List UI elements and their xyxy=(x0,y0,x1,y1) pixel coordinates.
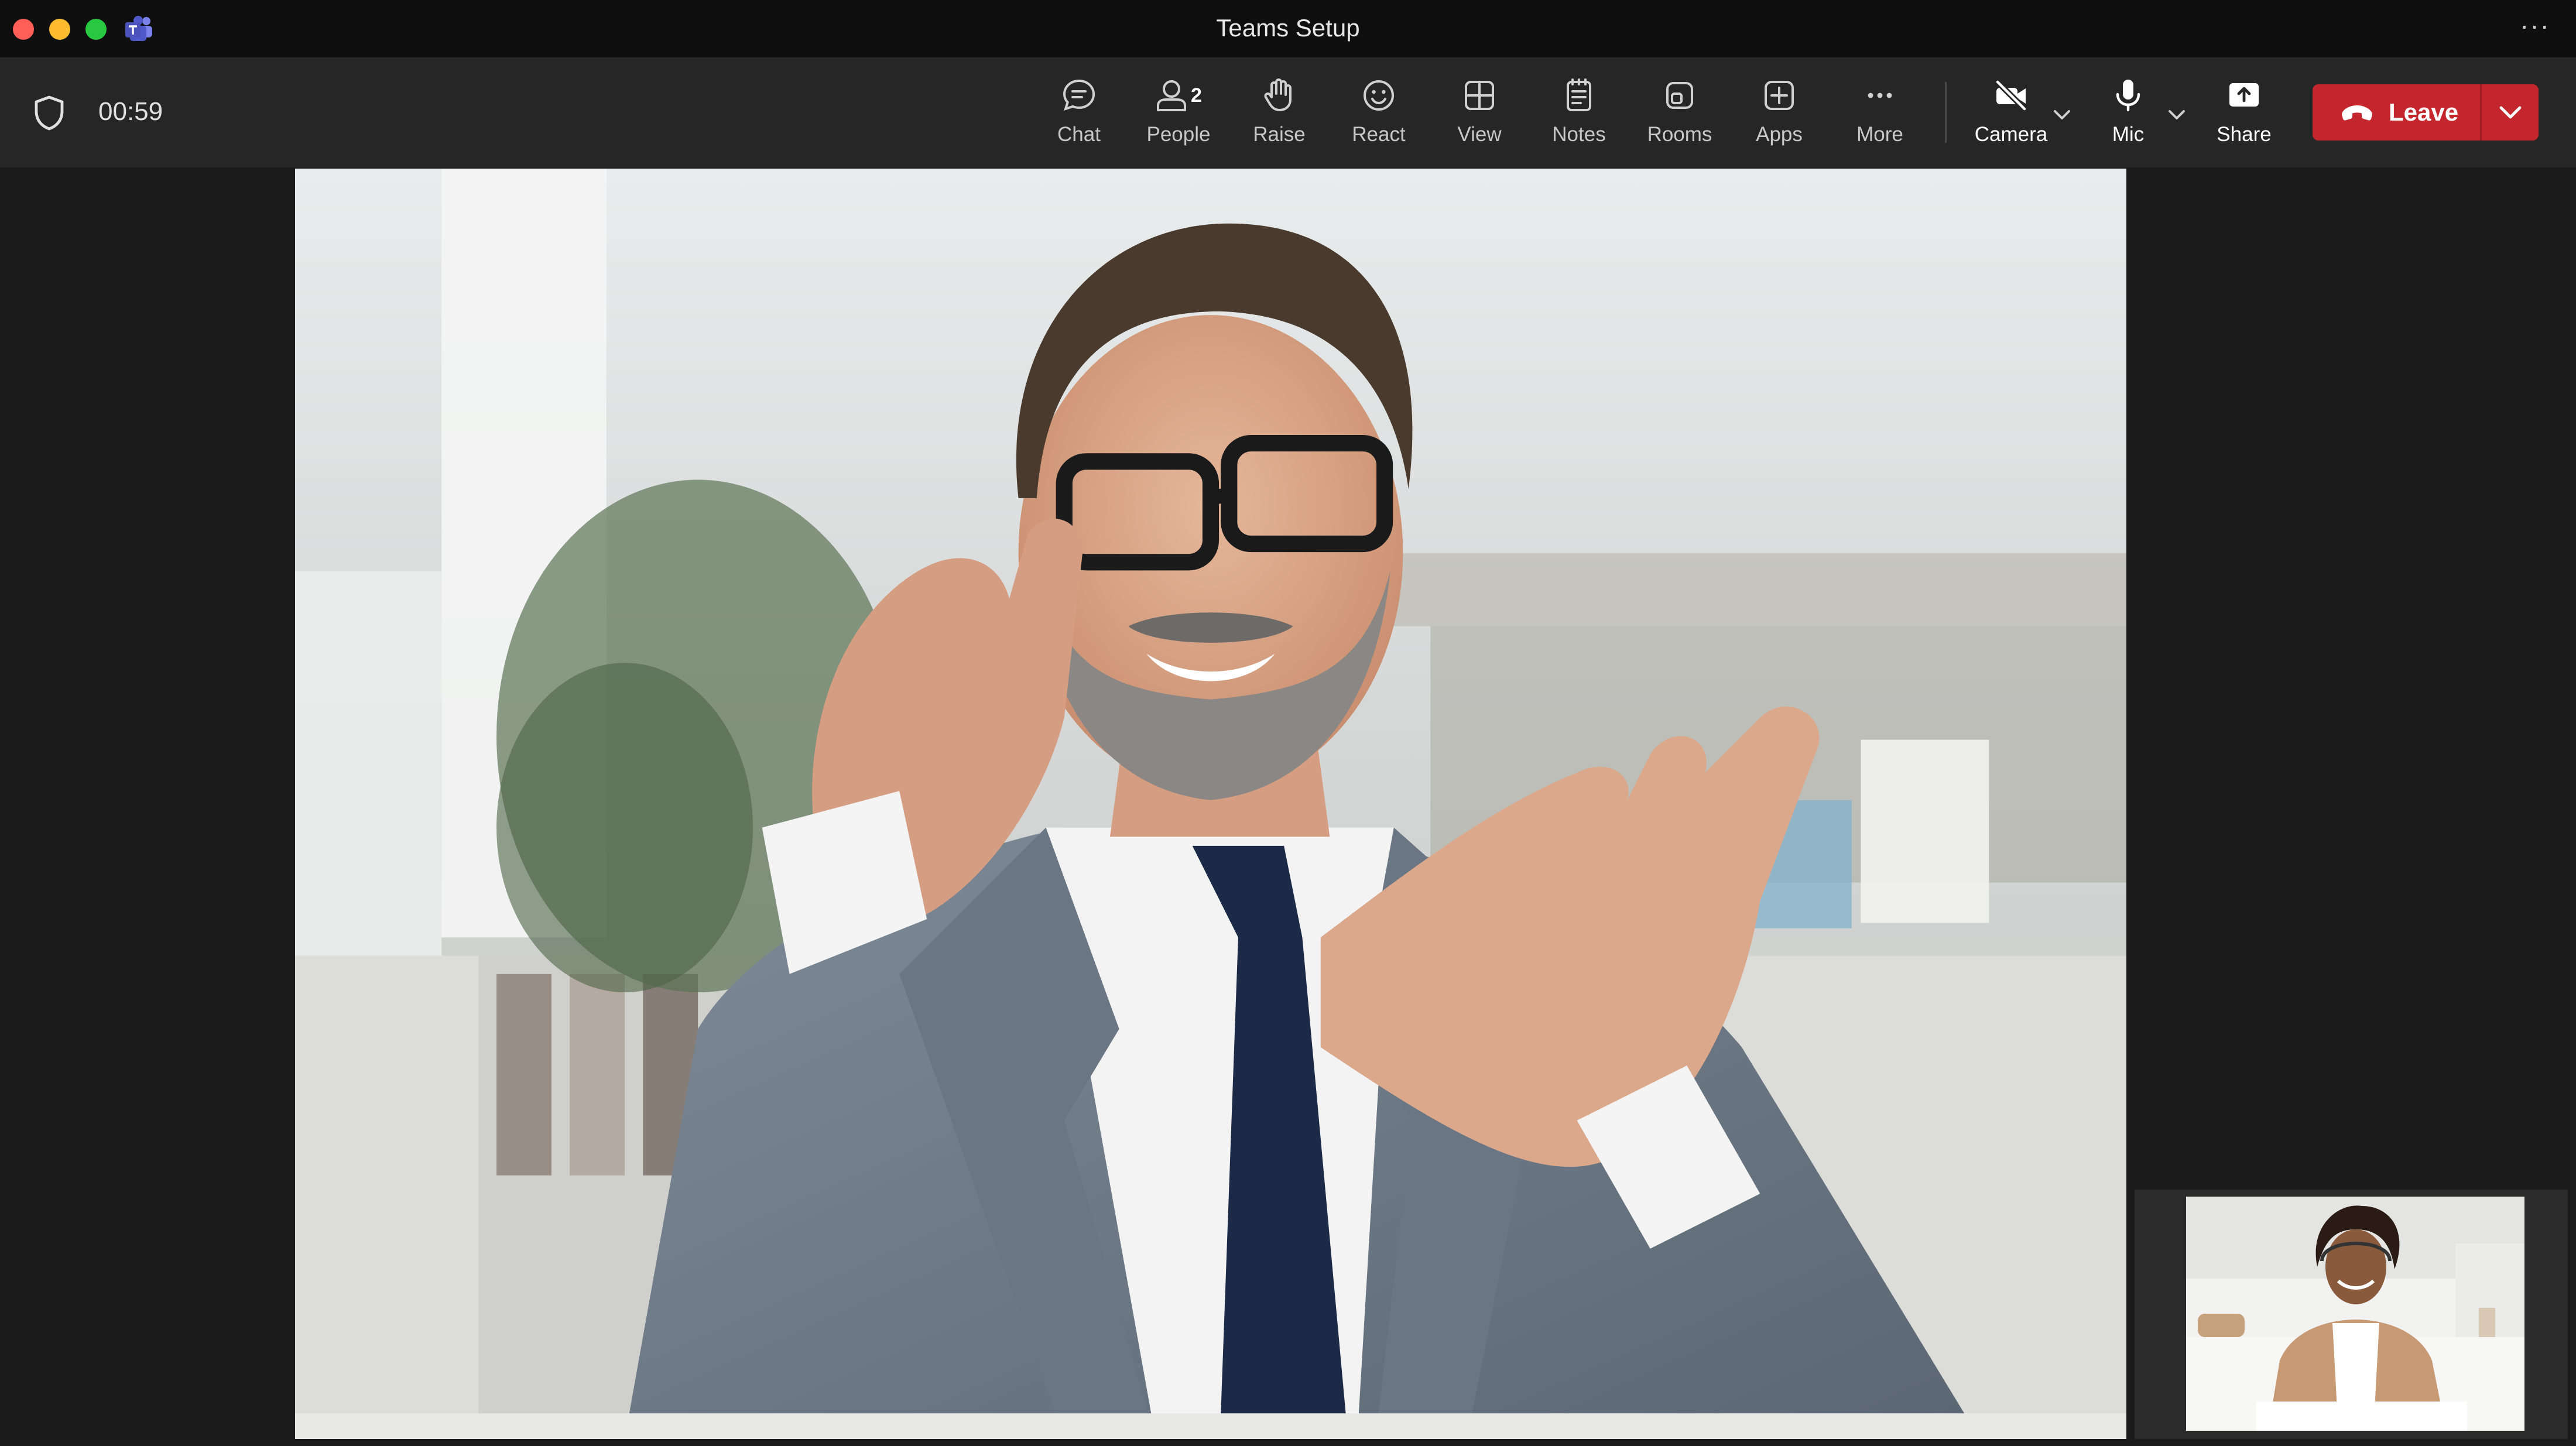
people-label: People xyxy=(1146,123,1211,146)
notes-label: Notes xyxy=(1552,123,1606,146)
smiley-icon xyxy=(1364,80,1394,111)
more-label: More xyxy=(1856,123,1903,146)
hand-icon xyxy=(1264,78,1292,111)
share-label: Share xyxy=(2217,123,2272,146)
microphone-icon xyxy=(2116,80,2140,112)
share-button[interactable]: Share xyxy=(2200,76,2288,158)
self-view-frame xyxy=(2186,1197,2524,1431)
camera-button[interactable]: Camera xyxy=(1967,76,2055,158)
leave-button-group: Leave xyxy=(2313,84,2539,141)
window-more-options-icon[interactable]: ··· xyxy=(2520,9,2550,41)
main-participant-video[interactable] xyxy=(295,169,2126,1439)
camera-options-chevron-down-icon[interactable] xyxy=(2049,102,2075,128)
mic-button[interactable]: Mic xyxy=(2084,76,2172,158)
meeting-stage xyxy=(0,169,2576,1446)
mic-options-chevron-down-icon[interactable] xyxy=(2164,102,2190,128)
plus-square-icon xyxy=(1765,81,1794,110)
chevron-down-icon xyxy=(2499,106,2522,119)
view-button[interactable]: View xyxy=(1436,76,1523,158)
more-button[interactable]: More xyxy=(1836,76,1924,158)
react-label: React xyxy=(1352,123,1406,146)
rooms-label: Rooms xyxy=(1647,123,1712,146)
mic-label: Mic xyxy=(2112,123,2145,146)
chat-bubble-icon xyxy=(1063,79,1095,111)
raise-hand-button[interactable]: Raise xyxy=(1235,76,1323,158)
participant-video-frame xyxy=(295,169,2126,1439)
leave-label: Leave xyxy=(2389,98,2459,126)
raise-label: Raise xyxy=(1253,123,1306,146)
meeting-timer: 00:59 xyxy=(98,97,163,126)
leave-options-button[interactable] xyxy=(2482,84,2539,141)
phone-hangup-icon xyxy=(2342,105,2372,121)
rooms-button[interactable]: Rooms xyxy=(1636,76,1724,158)
people-button[interactable]: 2 People xyxy=(1135,76,1222,158)
meeting-toolbar: 00:59 Chat 2 People Raise React View Not… xyxy=(0,59,2576,167)
react-button[interactable]: React xyxy=(1335,76,1423,158)
view-label: View xyxy=(1457,123,1502,146)
apps-label: Apps xyxy=(1756,123,1803,146)
people-count-badge: 2 xyxy=(1191,84,1202,107)
self-view-panel xyxy=(2135,1190,2568,1439)
person-icon xyxy=(1157,80,1186,111)
self-view-video[interactable] xyxy=(2186,1197,2524,1431)
camera-off-icon xyxy=(1995,79,2027,112)
apps-button[interactable]: Apps xyxy=(1735,76,1823,158)
grid-icon xyxy=(1465,81,1494,110)
title-bar: Teams Setup ··· xyxy=(0,0,2576,59)
chat-label: Chat xyxy=(1057,123,1101,146)
leave-separator xyxy=(2480,84,2482,141)
ellipsis-icon xyxy=(1868,92,1892,98)
notes-button[interactable]: Notes xyxy=(1535,76,1623,158)
camera-label: Camera xyxy=(1974,123,2048,146)
chat-button[interactable]: Chat xyxy=(1035,76,1123,158)
share-upload-icon xyxy=(2229,83,2259,107)
teams-meeting-window: Teams Setup ··· 00:59 Chat 2 People Rais… xyxy=(0,0,2576,1446)
notes-icon xyxy=(1567,78,1591,111)
shield-icon[interactable] xyxy=(33,95,66,131)
leave-button[interactable]: Leave xyxy=(2313,84,2479,141)
window-title: Teams Setup xyxy=(1216,14,1360,42)
toolbar-divider xyxy=(1945,82,1947,143)
rooms-icon xyxy=(1666,82,1693,109)
